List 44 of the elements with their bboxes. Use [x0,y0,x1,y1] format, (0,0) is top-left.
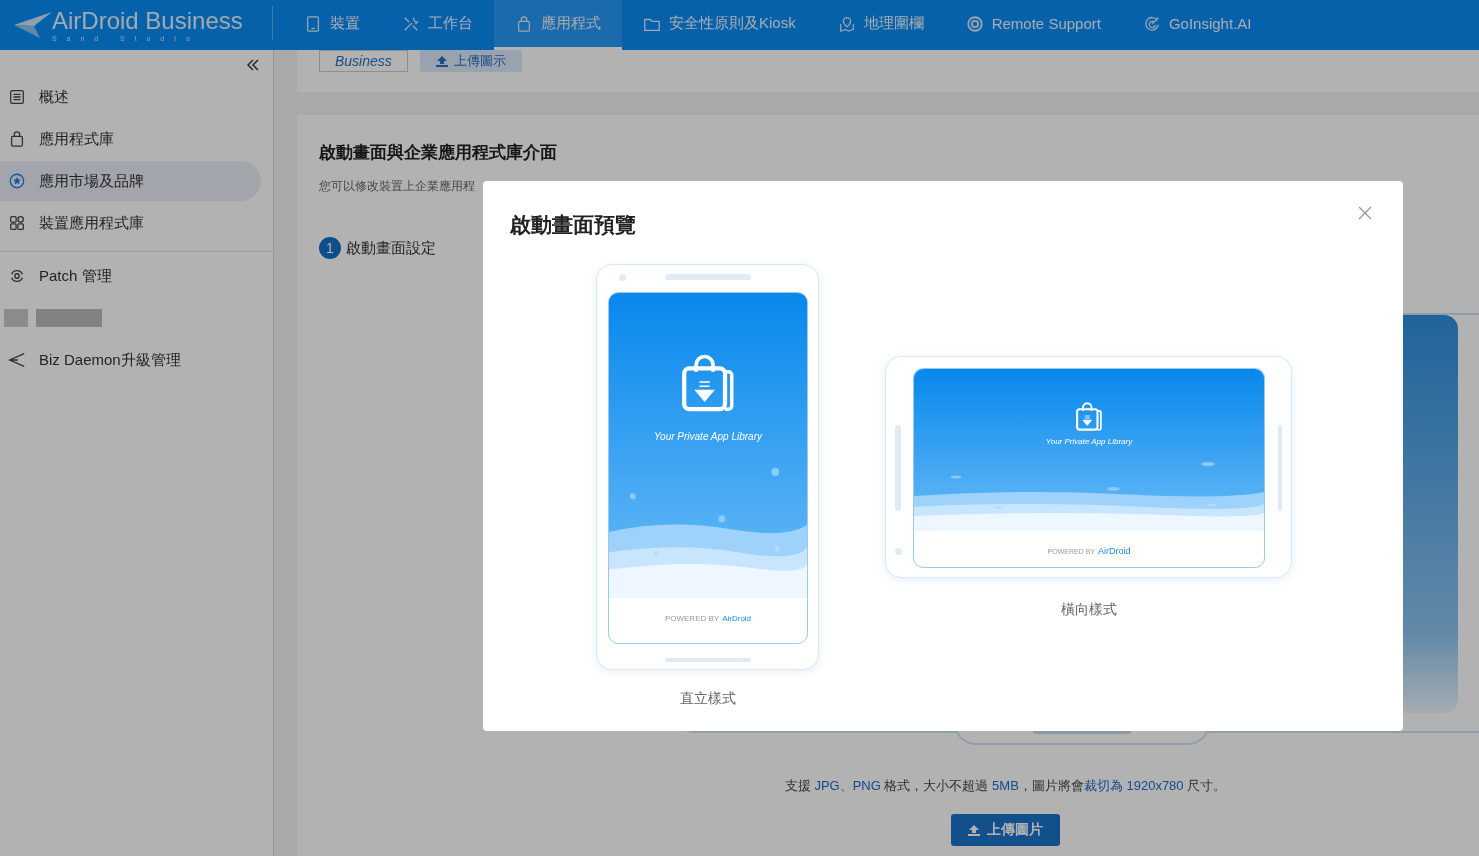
close-icon[interactable] [1358,206,1372,220]
collapse-icon[interactable] [245,57,261,73]
nav-tab[interactable]: 工作台 [381,0,494,50]
sidebar-item[interactable]: 概述 [0,77,261,117]
sidebar-item[interactable]: 應用市場及品牌 [0,161,261,201]
app-title: Your Private App Library [1045,437,1133,446]
nav-tab[interactable]: 安全性原則及Kiosk [622,0,817,50]
brand-name: AirDroid [1097,546,1131,556]
section-title: 啟動畫面與企業應用程式庫介面 [319,142,558,164]
powered-by-label: POWERED BY [664,614,720,623]
camera-dot [619,274,626,281]
nav-tab[interactable]: GoInsight.AI [1121,0,1273,50]
logo-text: AirDroid Business [52,8,243,33]
redacted-icon [4,309,28,327]
nav-tab[interactable]: 裝置 [283,0,381,50]
step-label: 啟動畫面設定 [346,238,436,258]
nav-tab[interactable]: Remote Support [944,0,1122,50]
upload-button[interactable]: 上傳圖片 [951,814,1060,846]
lifebuoy-icon [965,14,984,33]
grid-icon [8,214,26,232]
dialog-title: 啟動畫面預覽 [510,212,636,238]
section-description: 您可以修改裝置上企業應用程 [319,178,476,195]
step-number: 1 [319,237,341,259]
sync-icon [8,267,26,285]
sidebar-item[interactable]: 應用程式庫 [0,119,261,159]
format-hint: 支援 JPG、PNG 格式，大小不超過 5MB，圖片將會裁切為 1920x780 尺寸。 [783,777,1228,795]
sidebar-item[interactable]: Biz Daemon升級管理 [0,340,261,380]
tablet-icon [304,14,322,33]
brand-name: AirDroid [722,614,752,623]
upload-icon-button[interactable]: 上傳圖示 [419,50,522,72]
brand-tag: Business [319,50,408,72]
nav-tab[interactable]: 地理圍欄 [816,0,945,50]
sidebar-item[interactable]: Patch 管理 [0,256,261,296]
app-title: Your Private App Library [654,431,762,442]
list-icon [8,88,26,106]
redacted-label [36,309,102,327]
logo-icon [12,10,52,40]
send-icon [8,351,26,369]
preview-caption: 橫向樣式 [1060,601,1117,619]
target-icon [1142,14,1161,33]
camera-dot [895,548,902,555]
map-pin-icon [837,14,856,33]
sidebar-item[interactable]: 裝置應用程式庫 [0,203,261,243]
preview-caption: 直立樣式 [679,690,736,708]
